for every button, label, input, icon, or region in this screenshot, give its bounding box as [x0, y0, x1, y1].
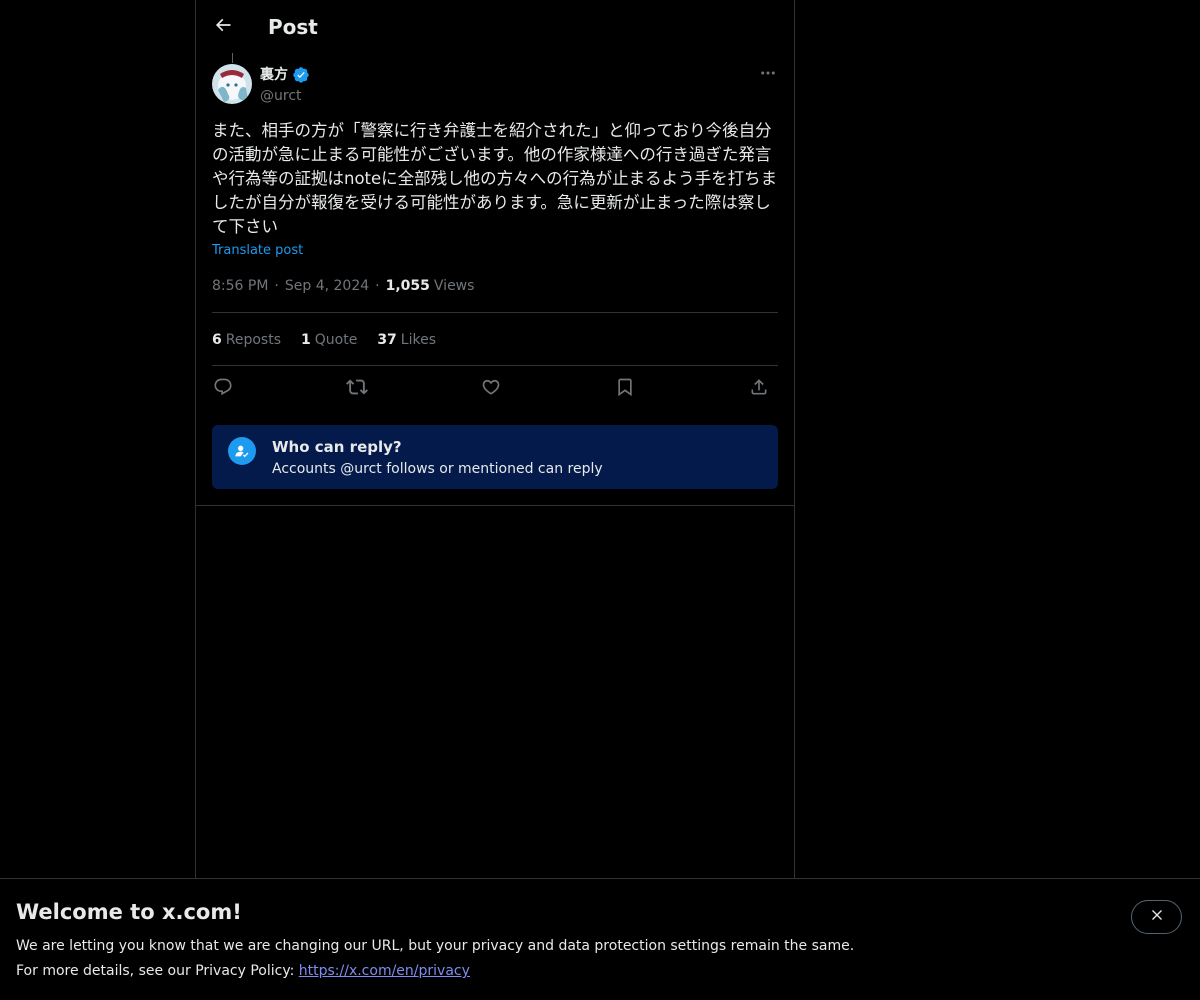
page-header: Post — [196, 0, 794, 53]
like-icon — [481, 377, 501, 401]
verified-badge-icon — [292, 66, 310, 84]
arrow-left-icon — [213, 15, 233, 39]
reply-restriction-notice: Who can reply? Accounts @urct follows or… — [212, 425, 778, 489]
action-bar — [212, 374, 778, 404]
divider — [212, 365, 778, 366]
reposts-label: Reposts — [225, 332, 281, 348]
reposts-count: 6 — [212, 332, 222, 348]
views-label: Views — [433, 278, 475, 294]
reply-restriction-title: Who can reply? — [272, 438, 402, 456]
share-button[interactable] — [744, 374, 774, 404]
likes-count: 37 — [377, 332, 397, 348]
post-time[interactable]: 8:56 PM — [212, 276, 268, 296]
reposts-stat[interactable]: 6 Reposts — [212, 330, 281, 350]
reply-icon — [213, 377, 233, 401]
post-stats: 6 Reposts 1 Quote 37 Likes — [212, 330, 436, 350]
divider — [196, 505, 794, 506]
back-button[interactable] — [206, 10, 240, 44]
translate-post-link[interactable]: Translate post — [212, 242, 303, 260]
reply-restriction-icon — [228, 437, 256, 465]
banner-message: We are letting you know that we are chan… — [16, 938, 855, 954]
quotes-stat[interactable]: 1 Quote — [301, 330, 357, 350]
repost-button[interactable] — [342, 374, 372, 404]
quotes-label: Quote — [314, 332, 358, 348]
banner-privacy-line: For more details, see our Privacy Policy… — [16, 962, 470, 980]
bookmark-icon — [615, 377, 635, 401]
primary-column: Post 裏方 @urct また、相手の方が「警察に行き弁護士を紹介された」と仰… — [195, 0, 795, 1000]
author-name[interactable]: 裏方 — [260, 66, 288, 84]
post-meta: 8:56 PM · Sep 4, 2024 · 1,055 Views — [212, 276, 474, 296]
close-banner-button[interactable] — [1131, 900, 1182, 934]
close-icon — [1149, 907, 1165, 927]
post-text: また、相手の方が「警察に行き弁護士を紹介された」と仰っており今後自分の活動が急に… — [212, 121, 778, 236]
divider — [212, 312, 778, 313]
url-change-banner: Welcome to x.com! We are letting you kno… — [0, 878, 1200, 1000]
author-name-row: 裏方 — [260, 66, 310, 84]
separator-dot: · — [274, 278, 279, 294]
quotes-count: 1 — [301, 332, 311, 348]
thread-line — [232, 53, 233, 63]
privacy-policy-link[interactable]: https://x.com/en/privacy — [299, 963, 470, 979]
banner-privacy-prefix: For more details, see our Privacy Policy… — [16, 963, 299, 979]
share-icon — [749, 377, 769, 401]
like-button[interactable] — [476, 374, 506, 404]
author-handle[interactable]: @urct — [260, 87, 302, 105]
views-count: 1,055 — [385, 278, 430, 294]
reply-restriction-subtitle: Accounts @urct follows or mentioned can … — [272, 461, 603, 477]
banner-title: Welcome to x.com! — [16, 900, 242, 924]
separator-dot: · — [375, 278, 380, 294]
page-title: Post — [268, 15, 318, 39]
more-icon — [759, 64, 777, 86]
likes-stat[interactable]: 37 Likes — [377, 330, 436, 350]
more-options-button[interactable] — [754, 64, 782, 86]
likes-label: Likes — [400, 332, 437, 348]
post-date[interactable]: Sep 4, 2024 — [285, 276, 369, 296]
repost-icon — [346, 376, 368, 402]
bookmark-button[interactable] — [610, 374, 640, 404]
avatar[interactable] — [212, 64, 252, 104]
reply-button[interactable] — [208, 374, 238, 404]
